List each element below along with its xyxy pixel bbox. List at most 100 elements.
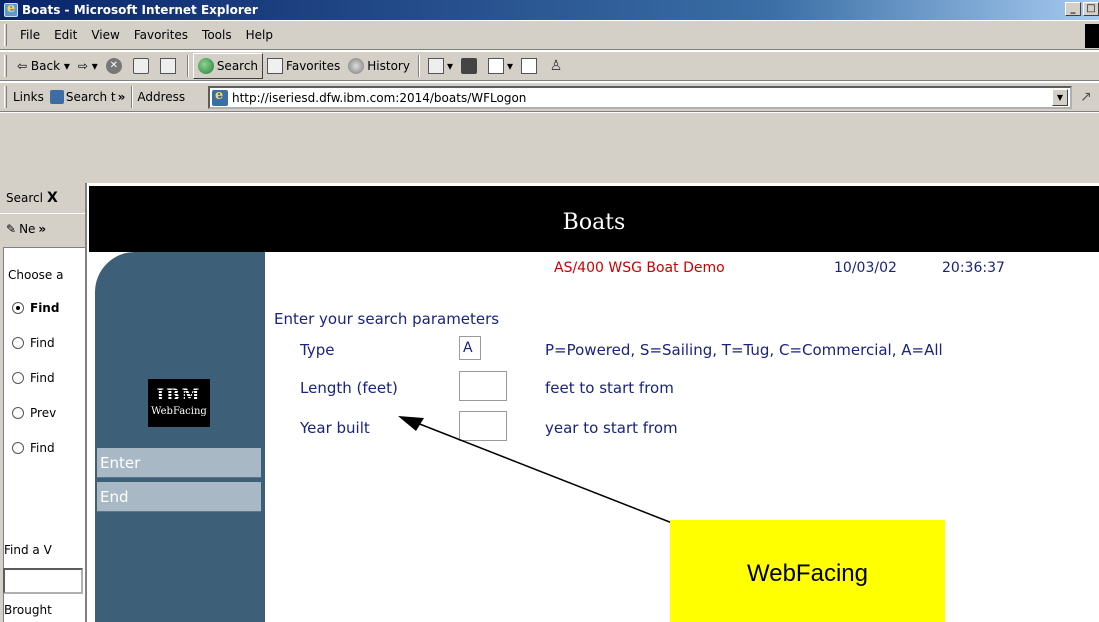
search-icon (197, 58, 214, 74)
search-pane-body: Choose a Find Find Find Prev Find (3, 247, 85, 622)
minimize-button[interactable]: _ (1065, 2, 1081, 16)
forward-button[interactable]: ⇨ ▾ (74, 54, 102, 78)
address-url[interactable]: http://iseriesd.dfw.ibm.com:2014/boats/W… (232, 91, 526, 105)
ibm-logo-text: IBM (148, 379, 210, 404)
chevron-down-icon: ▾ (507, 59, 514, 73)
app-header: Boats (89, 186, 1099, 252)
title-bar: Boats - Microsoft Internet Explorer _ □ (0, 0, 1099, 20)
menu-file[interactable]: File (13, 28, 47, 42)
discuss-icon (521, 58, 538, 74)
back-arrow-icon: ⇦ (17, 59, 28, 73)
history-icon (348, 58, 365, 74)
toolbar-grip[interactable] (4, 55, 7, 77)
search-pane-new-button[interactable]: ✎ Ne » (0, 213, 85, 243)
menu-favorites[interactable]: Favorites (127, 28, 195, 42)
side-panel (95, 252, 265, 622)
search-prompt: Enter your search parameters (274, 310, 500, 328)
menu-bar: File Edit View Favorites Tools Help (0, 20, 1099, 50)
chevron-down-icon: ▾ (91, 59, 98, 73)
stop-icon: ✕ (105, 58, 122, 74)
search-option[interactable]: Prev (8, 395, 85, 430)
close-icon[interactable]: X (47, 190, 58, 206)
year-label: Year built (300, 419, 370, 437)
radio[interactable] (12, 441, 24, 454)
length-input[interactable] (459, 371, 507, 401)
go-icon[interactable]: ↗ (1080, 89, 1092, 105)
page-icon (212, 88, 228, 106)
search-pane-choose-label: Choose a (8, 268, 64, 282)
discuss-button[interactable] (517, 54, 544, 78)
refresh-button[interactable] (129, 54, 156, 78)
maximize-button[interactable]: □ (1083, 2, 1099, 16)
search-pane-header: Searcl X (0, 183, 85, 213)
links-label[interactable]: Links (13, 90, 44, 104)
search-option-label: Find (30, 300, 60, 315)
length-hint: feet to start from (545, 379, 674, 397)
menu-help[interactable]: Help (239, 28, 280, 42)
year-input[interactable] (459, 411, 507, 441)
menu-tools[interactable]: Tools (195, 28, 239, 42)
home-icon (159, 58, 176, 74)
demo-name: AS/400 WSG Boat Demo (554, 260, 725, 276)
mail-button[interactable]: ▾ (424, 54, 457, 78)
chevron-down-icon: ▾ (63, 59, 70, 73)
search-pane: Searcl X ✎ Ne » Choose a Find Find Find … (0, 183, 87, 622)
messenger-icon: ♙ (549, 58, 563, 74)
back-button[interactable]: ⇦ Back ▾ (13, 54, 74, 78)
new-label: Ne (19, 221, 36, 236)
messenger-button[interactable]: ♙ (544, 54, 571, 78)
chevron-down-icon: ▾ (446, 59, 453, 73)
links-item-label: Search t (65, 90, 116, 104)
toolbar-grip[interactable] (4, 86, 7, 108)
find-label: Find a V (4, 543, 52, 557)
address-label: Address (137, 90, 186, 104)
history-button[interactable]: History (344, 54, 414, 78)
favorites-button[interactable]: Favorites (263, 54, 344, 78)
menu-edit[interactable]: Edit (47, 28, 84, 42)
radio[interactable] (12, 371, 24, 384)
search-option[interactable]: Find (8, 325, 85, 360)
edit-button[interactable]: ▾ (484, 54, 517, 78)
search-option-label: Find (30, 335, 55, 350)
search-option[interactable]: Find (8, 290, 85, 325)
search-option-label: Find (30, 440, 55, 455)
ibm-webfacing-logo: IBM WebFacing (148, 379, 210, 427)
radio[interactable] (12, 336, 24, 349)
address-input[interactable]: http://iseriesd.dfw.ibm.com:2014/boats/W… (208, 86, 1072, 109)
search-button[interactable]: Search (192, 53, 264, 79)
new-search-icon: ✎ (6, 221, 17, 236)
search-pane-title: Searcl (6, 191, 43, 205)
print-button[interactable] (457, 54, 484, 78)
radio[interactable] (12, 406, 24, 419)
history-label: History (367, 59, 410, 73)
links-item[interactable]: Search t (49, 90, 116, 104)
back-label: Back (30, 59, 61, 73)
current-time: 20:36:37 (942, 260, 1005, 276)
address-dropdown-button[interactable]: ▼ (1052, 89, 1068, 106)
type-input[interactable]: A (459, 336, 481, 360)
webfacing-callout: WebFacing (670, 520, 945, 622)
edit-icon (488, 58, 504, 74)
toolbar-grip[interactable] (4, 24, 7, 46)
refresh-icon (132, 58, 149, 74)
app-title: Boats (562, 210, 626, 235)
menu-view[interactable]: View (84, 28, 126, 42)
more-icon[interactable]: » (38, 222, 46, 236)
favorites-icon (267, 58, 284, 74)
type-label: Type (300, 341, 335, 359)
end-button[interactable]: End (97, 482, 261, 512)
find-input[interactable] (3, 568, 83, 594)
radio-selected[interactable] (12, 301, 24, 314)
stop-button[interactable]: ✕ (102, 54, 129, 78)
toolbar-separator (417, 55, 420, 77)
type-hint: P=Powered, S=Sailing, T=Tug, C=Commercia… (545, 341, 943, 359)
links-more-icon[interactable]: » (118, 90, 126, 104)
favorites-label: Favorites (286, 59, 341, 73)
address-toolbar: Links Search t » Address http://iseriesd… (0, 82, 1099, 112)
enter-button[interactable]: Enter (97, 448, 261, 478)
search-option[interactable]: Find (8, 430, 85, 465)
content-spacer (0, 113, 1099, 183)
search-option[interactable]: Find (8, 360, 85, 395)
toolbar-separator (186, 55, 189, 77)
home-button[interactable] (156, 54, 183, 78)
